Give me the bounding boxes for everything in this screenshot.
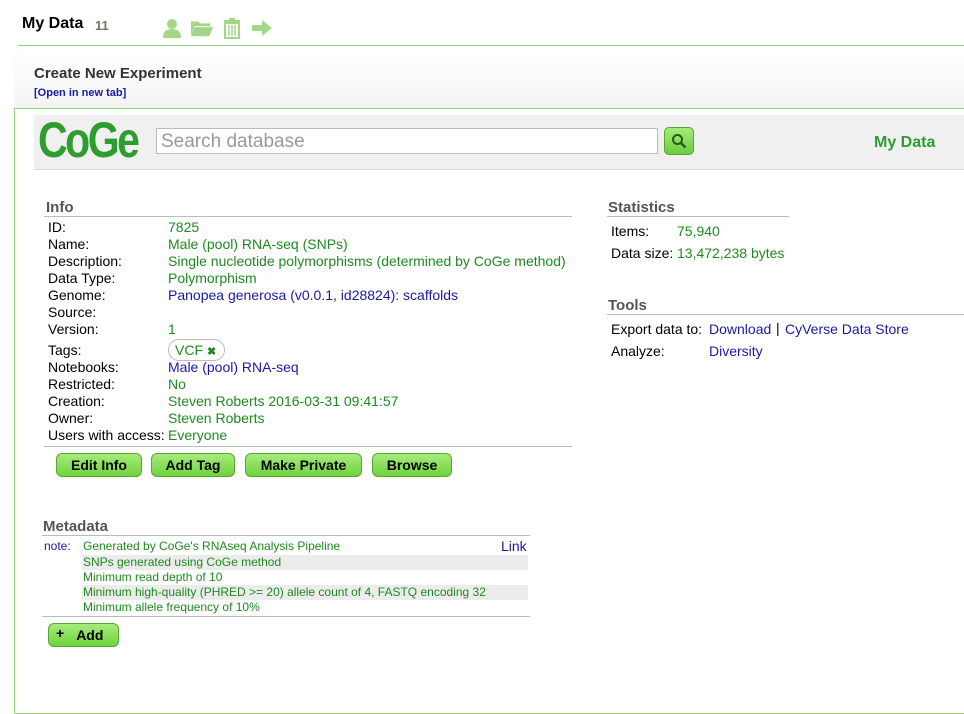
analyze-label: Analyze: [611, 343, 665, 359]
label-version: Version: [48, 321, 99, 337]
value-users: Everyone [168, 427, 228, 443]
metadata-link[interactable]: Link [501, 538, 527, 554]
page-title: My Data [22, 15, 84, 32]
make-private-button[interactable]: Make Private [245, 453, 362, 477]
label-data-type: Data Type: [48, 270, 116, 286]
metadata-rule [42, 535, 530, 536]
search-icon [672, 134, 687, 149]
metadata-heading: Metadata [43, 518, 109, 535]
link-separator: | [776, 320, 780, 336]
user-icon[interactable] [160, 16, 184, 40]
items-label: Items: [611, 223, 650, 239]
metadata-key: note: [44, 539, 71, 553]
label-notebooks: Notebooks: [48, 359, 119, 375]
value-data-type: Polymorphism [168, 270, 257, 286]
label-genome: Genome: [48, 287, 106, 303]
search-button[interactable] [664, 127, 694, 155]
label-creation: Creation: [48, 393, 105, 409]
value-description: Single nucleotide polymorphisms (determi… [168, 253, 566, 269]
label-restricted: Restricted: [48, 376, 115, 392]
remove-tag-icon[interactable]: ✖ [207, 346, 216, 358]
toolbar [160, 16, 274, 40]
tools-heading: Tools [608, 297, 647, 314]
value-version: 1 [168, 321, 176, 337]
notebook-link[interactable]: Male (pool) RNA-seq [168, 359, 299, 376]
add-tag-button[interactable]: Add Tag [151, 453, 235, 477]
info-bottom-rule [44, 446, 572, 447]
panel-title: Create New Experiment [34, 65, 202, 82]
metadata-line: Minimum read depth of 10 [83, 570, 223, 584]
data-size-value: 13,472,238 bytes [677, 245, 785, 261]
browse-button[interactable]: Browse [372, 453, 452, 477]
trash-icon[interactable] [220, 16, 244, 40]
value-owner: Steven Roberts [168, 410, 265, 426]
label-name: Name: [48, 236, 90, 252]
folder-icon[interactable] [190, 16, 214, 40]
cyverse-link[interactable]: CyVerse Data Store [785, 321, 909, 337]
value-id: 7825 [168, 219, 200, 235]
label-users: Users with access: [48, 427, 165, 443]
items-value: 75,940 [677, 223, 720, 239]
metadata-line: Generated by CoGe's RNAseq Analysis Pipe… [83, 539, 341, 553]
item-count: 11 [95, 18, 109, 33]
plus-icon: + [56, 625, 65, 641]
data-size-label: Data size: [611, 245, 674, 261]
metadata-line: Minimum high-quality (PHRED >= 20) allel… [82, 585, 528, 600]
metadata-bottom-rule [42, 616, 530, 617]
info-heading: Info [46, 199, 74, 216]
tag-chip: VCF ✖ [168, 339, 226, 361]
tools-rule [607, 314, 964, 315]
open-new-tab-link[interactable]: [Open in new tab] [34, 87, 126, 99]
info-rule [44, 216, 572, 217]
arrow-right-icon[interactable] [250, 16, 274, 40]
metadata-line: SNPs generated using CoGe method [82, 555, 528, 570]
value-creation: Steven Roberts 2016-03-31 09:41:57 [168, 393, 399, 409]
statistics-rule [607, 216, 789, 217]
search-input[interactable]: Search database [156, 128, 658, 154]
download-link[interactable]: Download [709, 321, 771, 337]
diversity-link[interactable]: Diversity [709, 343, 763, 359]
label-owner: Owner: [48, 410, 94, 426]
tag-label: VCF [175, 342, 203, 358]
my-data-link[interactable]: My Data [874, 134, 935, 152]
value-restricted: No [168, 376, 186, 392]
edit-info-button[interactable]: Edit Info [56, 453, 142, 477]
statistics-heading: Statistics [608, 199, 675, 216]
add-metadata-button[interactable]: + Add [48, 623, 119, 647]
add-metadata-label: Add [76, 627, 104, 643]
label-source: Source: [48, 304, 97, 320]
value-name: Male (pool) RNA-seq (SNPs) [168, 236, 348, 252]
label-description: Description: [48, 253, 122, 269]
metadata-line: Minimum allele frequency of 10% [83, 600, 260, 614]
label-tags: Tags: [48, 342, 82, 358]
export-label: Export data to: [611, 321, 703, 337]
header-divider [18, 45, 964, 46]
coge-logo[interactable]: CoGe [38, 111, 140, 169]
genome-link[interactable]: Panopea generosa (v0.0.1, id28824): scaf… [168, 287, 458, 304]
label-id: ID: [48, 219, 66, 235]
